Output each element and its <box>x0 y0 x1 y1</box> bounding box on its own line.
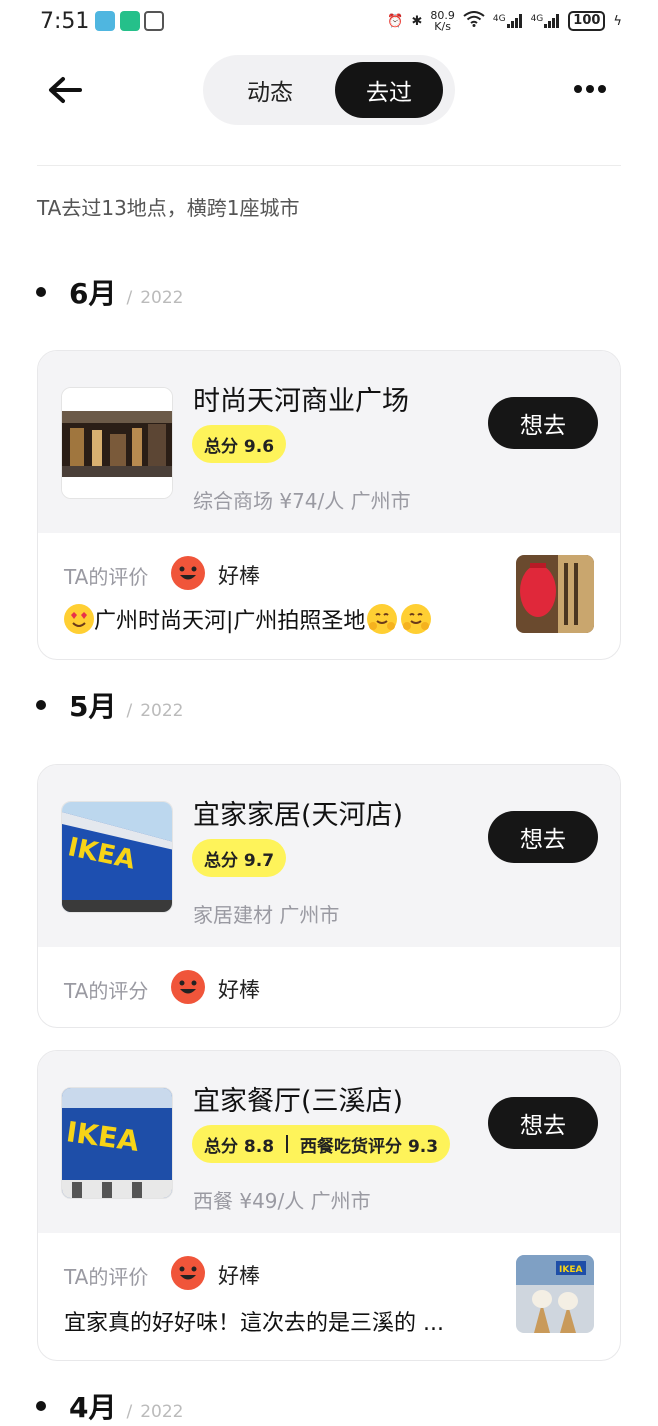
review-text[interactable]: 广州时尚天河|广州拍照圣地 <box>64 603 504 635</box>
place-name[interactable]: 宜家家居(天河店) <box>193 793 403 832</box>
network-speed-unit: K/s <box>434 20 451 33</box>
score-value: 总分 9.6 <box>204 436 275 457</box>
visit-summary: TA去过13地点，横跨1座城市 <box>37 196 300 220</box>
tab-visited[interactable]: 去过 <box>335 62 443 118</box>
hugging-emoji-icon <box>401 604 432 634</box>
app-notification-icon <box>95 11 115 31</box>
review-photo[interactable] <box>516 555 594 633</box>
signal-icon: 4G <box>531 14 561 28</box>
smiley-icon <box>170 1255 206 1291</box>
want-to-go-button[interactable]: 想去 <box>488 1097 598 1149</box>
tab-switcher: 动态 去过 <box>203 55 455 125</box>
more-dot <box>586 85 594 93</box>
timeline-dot <box>36 700 46 710</box>
review-section: TA的评价 好棒 广州时尚天河|广州拍照圣地 <box>38 533 620 659</box>
month-label: 4月 <box>69 1391 117 1424</box>
review-rating: 好棒 <box>218 978 260 1002</box>
month-header: 4月 / 2022 <box>36 1386 183 1426</box>
month-year: 2022 <box>140 701 184 721</box>
nfc-icon <box>144 11 164 31</box>
timeline-dot <box>36 287 46 297</box>
month-separator: / <box>126 1402 133 1422</box>
place-thumbnail: IKEA <box>61 1087 173 1199</box>
month-header: 5月 / 2022 <box>36 685 183 725</box>
place-thumbnail <box>61 387 173 499</box>
review-body: 广州时尚天河|广州拍照圣地 <box>94 609 366 634</box>
review-photo[interactable]: IKEA <box>516 1255 594 1333</box>
review-label: TA的评分 <box>64 979 149 1003</box>
review-label: TA的评价 <box>64 1265 149 1289</box>
place-card[interactable]: 时尚天河商业广场 总分 9.6 综合商场 ¥74/人 广州市 想去 TA的评价 … <box>37 350 621 660</box>
smiley-icon <box>170 555 206 591</box>
more-options-icon[interactable] <box>574 78 610 100</box>
more-dot <box>598 85 606 93</box>
place-card[interactable]: IKEA 宜家家居(天河店) 总分 9.7 家居建材 广州市 想去 TA的评分 … <box>37 764 621 1028</box>
month-label: 5月 <box>69 690 117 723</box>
score-badge: 总分 9.6 <box>192 425 287 463</box>
status-icons: ⏰ ✱ 80.9 K/s 4G 4G 100 ϟ <box>387 10 622 32</box>
want-to-go-button[interactable]: 想去 <box>488 811 598 863</box>
charging-icon: ϟ <box>613 13 622 29</box>
score-badge: 总分 9.7 <box>192 839 287 877</box>
hugging-emoji-icon <box>367 604 398 634</box>
review-section: TA的评价 好棒 宜家真的好好味！這次去的是三溪的 ... IKEA <box>38 1233 620 1360</box>
more-dot <box>574 85 582 93</box>
month-year: 2022 <box>140 288 184 308</box>
signal-type: 4G <box>492 14 506 24</box>
place-name[interactable]: 宜家餐厅(三溪店) <box>193 1079 403 1118</box>
timeline-dot <box>36 1401 46 1411</box>
signal-type: 4G <box>530 14 544 24</box>
month-header: 6月 / 2022 <box>36 272 183 312</box>
place-card-header: IKEA 宜家餐厅(三溪店) 总分 8.8 西餐吃货评分 9.3 西餐 ¥49/人… <box>38 1051 620 1233</box>
score-badge: 总分 8.8 西餐吃货评分 9.3 <box>192 1125 451 1163</box>
tab-activity[interactable]: 动态 <box>210 62 330 118</box>
header-divider <box>37 165 621 166</box>
score-value: 总分 8.8 <box>204 1136 275 1157</box>
review-text[interactable]: 宜家真的好好味！這次去的是三溪的 ... <box>64 1305 504 1337</box>
month-separator: / <box>126 288 133 308</box>
place-meta: 综合商场 ¥74/人 广州市 <box>193 489 411 513</box>
score-divider <box>286 1135 289 1153</box>
wifi-icon <box>463 11 485 31</box>
place-meta: 西餐 ¥49/人 广州市 <box>193 1189 371 1213</box>
score-value: 总分 9.7 <box>204 850 275 871</box>
back-arrow-icon[interactable] <box>46 72 84 108</box>
place-card-header: 时尚天河商业广场 总分 9.6 综合商场 ¥74/人 广州市 想去 <box>38 351 620 533</box>
want-to-go-button[interactable]: 想去 <box>488 397 598 449</box>
review-section: TA的评分 好棒 <box>38 947 620 1027</box>
place-meta: 家居建材 广州市 <box>193 903 340 927</box>
battery-icon: 100 <box>568 11 606 31</box>
status-time: 7:51 <box>40 9 90 34</box>
signal-icon: 4G <box>493 14 523 28</box>
network-speed: 80.9 K/s <box>430 10 455 32</box>
review-rating: 好棒 <box>218 564 260 588</box>
place-thumbnail: IKEA <box>61 801 173 913</box>
heart-eyes-emoji-icon <box>64 604 94 634</box>
score-extra: 西餐吃货评分 9.3 <box>300 1136 439 1157</box>
bluetooth-icon: ✱ <box>411 13 423 29</box>
place-name[interactable]: 时尚天河商业广场 <box>193 379 409 418</box>
month-separator: / <box>126 701 133 721</box>
smiley-icon <box>170 969 206 1005</box>
place-card[interactable]: IKEA 宜家餐厅(三溪店) 总分 8.8 西餐吃货评分 9.3 西餐 ¥49/人… <box>37 1050 621 1361</box>
review-label: TA的评价 <box>64 565 149 589</box>
month-year: 2022 <box>140 1402 184 1422</box>
place-card-header: IKEA 宜家家居(天河店) 总分 9.7 家居建材 广州市 想去 <box>38 765 620 947</box>
alarm-icon: ⏰ <box>387 13 404 29</box>
month-label: 6月 <box>69 277 117 310</box>
svg-text:IKEA: IKEA <box>559 1265 582 1275</box>
status-bar: 7:51 ⏰ ✱ 80.9 K/s 4G 4G 100 ϟ <box>0 0 658 46</box>
app-notification-icon <box>120 11 140 31</box>
review-rating: 好棒 <box>218 1264 260 1288</box>
